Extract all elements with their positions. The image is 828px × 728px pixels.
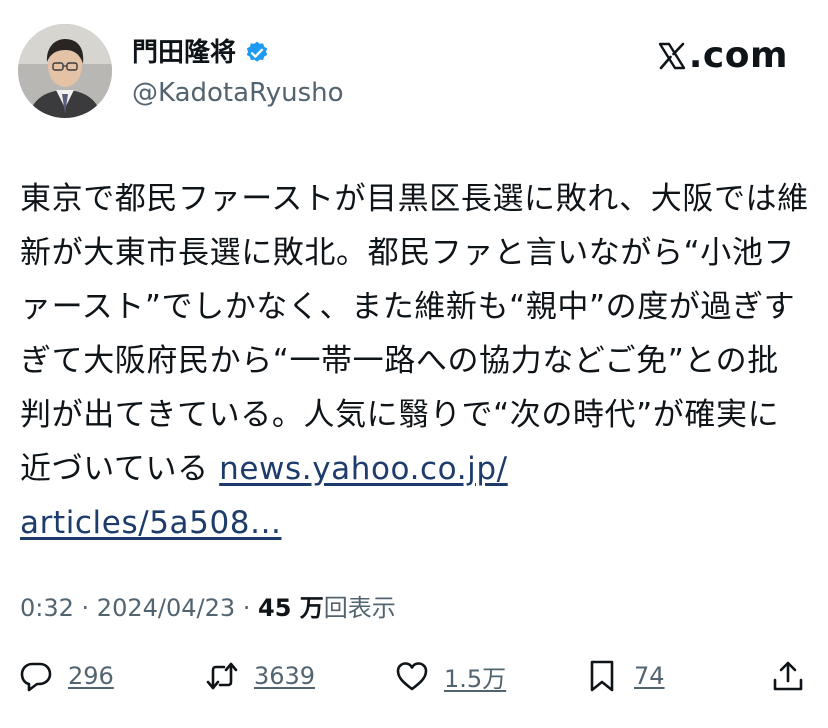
bookmark-icon: [590, 660, 614, 692]
tweet-header: 門田隆将 @KadotaRyusho .com: [18, 24, 788, 120]
share-button[interactable]: [770, 658, 806, 694]
meta-separator: ·: [235, 594, 259, 622]
bookmark-count[interactable]: 74: [634, 662, 665, 690]
brand-domain: .com: [688, 35, 788, 76]
tweet-link-line1[interactable]: news.yahoo.co.jp/: [219, 451, 508, 487]
meta-separator: ·: [73, 594, 97, 622]
tweet-link-line2[interactable]: articles/5a508...: [20, 505, 282, 541]
tweet-screenshot: 門田隆将 @KadotaRyusho .com 東京で都民ファーストが目黒区長選…: [0, 0, 828, 728]
repost-count[interactable]: 3639: [254, 662, 315, 690]
like-button[interactable]: 1.5万: [394, 658, 506, 694]
reply-button[interactable]: 296: [18, 658, 114, 694]
views-label: 回表示: [323, 594, 396, 622]
views-count: 45 万: [258, 594, 324, 622]
bookmark-button[interactable]: 74: [584, 658, 665, 694]
reply-count[interactable]: 296: [68, 662, 114, 690]
share-icon: [773, 661, 803, 691]
tweet-date[interactable]: 2024/04/23: [97, 594, 235, 622]
heart-icon: [396, 662, 428, 691]
tweet-body: 東京で都民ファーストが目黒区長選に敗れ、大阪では維新が大東市長選に敗北。都民ファ…: [20, 172, 810, 550]
tweet-meta: 0:32 · 2024/04/23 · 45 万回表示: [20, 592, 396, 624]
repost-button[interactable]: 3639: [204, 658, 315, 694]
verified-badge-icon: [244, 40, 270, 66]
display-name[interactable]: 門田隆将: [132, 38, 236, 68]
like-count[interactable]: 1.5万: [444, 659, 506, 694]
x-logo-icon: [658, 42, 685, 70]
brand-logo: .com: [657, 36, 788, 76]
tweet-text: 東京で都民ファーストが目黒区長選に敗れ、大阪では維新が大東市長選に敗北。都民ファ…: [20, 181, 809, 487]
reply-icon: [20, 662, 52, 692]
repost-icon: [206, 662, 238, 690]
author-handle[interactable]: @KadotaRyusho: [132, 78, 344, 108]
tweet-time[interactable]: 0:32: [20, 594, 74, 622]
author-name-row: 門田隆将: [132, 38, 270, 68]
avatar[interactable]: [18, 24, 112, 118]
action-bar: 296 3639 1.5万 74: [18, 658, 810, 702]
